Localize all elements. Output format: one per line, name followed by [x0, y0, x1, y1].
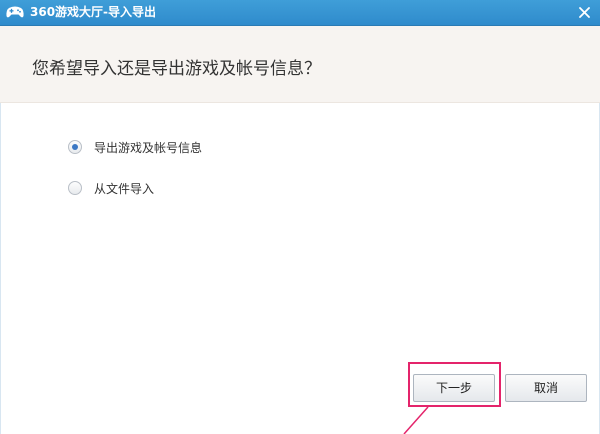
- title-bar: 360游戏大厅-导入导出: [0, 0, 600, 26]
- option-import-from-file[interactable]: 从文件导入: [68, 179, 154, 197]
- gamepad-icon: [5, 4, 25, 20]
- question-header: 您希望导入还是导出游戏及帐号信息？: [0, 26, 600, 103]
- dialog-question: 您希望导入还是导出游戏及帐号信息？: [32, 59, 321, 79]
- annotation-highlight-box: [408, 362, 501, 407]
- option-export[interactable]: 导出游戏及帐号信息: [68, 138, 202, 156]
- option-export-label: 导出游戏及帐号信息: [94, 140, 203, 155]
- export-radio[interactable]: [68, 140, 82, 154]
- close-button[interactable]: [574, 3, 594, 22]
- option-import-label: 从文件导入: [94, 181, 155, 196]
- cancel-button[interactable]: 取消: [505, 374, 587, 402]
- import-export-dialog: 360游戏大厅-导入导出 您希望导入还是导出游戏及帐号信息？ 导出游戏及帐号信息…: [0, 0, 600, 434]
- close-icon: [578, 7, 590, 18]
- import-radio[interactable]: [68, 181, 82, 195]
- window-title: 360游戏大厅-导入导出: [30, 5, 157, 19]
